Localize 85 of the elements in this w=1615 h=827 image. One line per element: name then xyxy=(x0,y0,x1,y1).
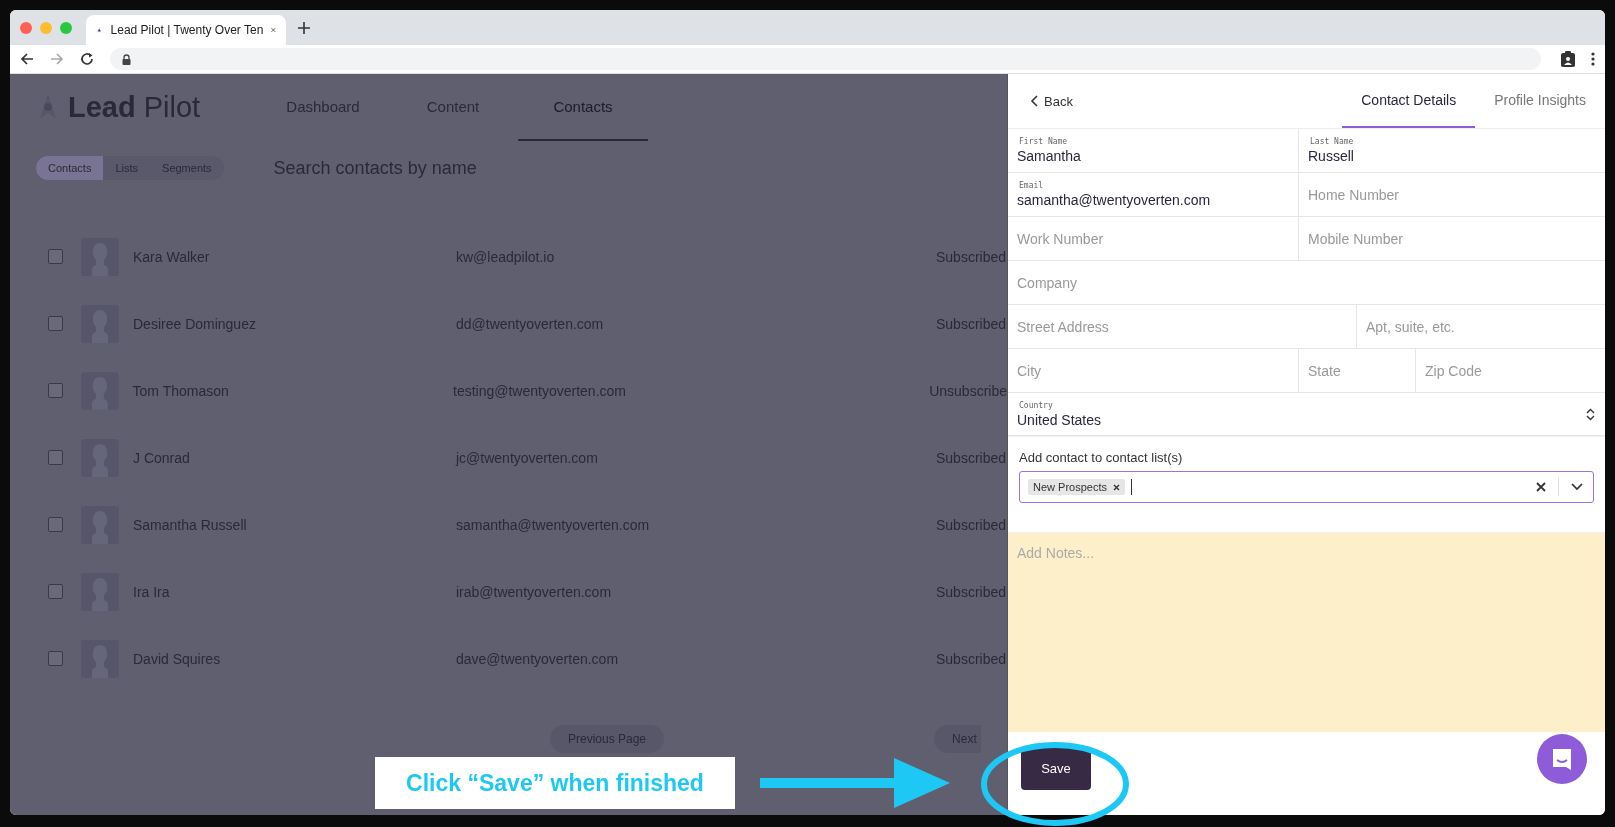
nav-tab[interactable]: Content xyxy=(388,74,518,141)
text-cursor xyxy=(1131,479,1132,495)
contact-email: dd@twentyoverten.com xyxy=(456,315,605,332)
contact-email: jc@twentyoverten.com xyxy=(456,449,599,466)
clear-icon[interactable] xyxy=(1536,482,1546,492)
more-icon[interactable] xyxy=(1591,52,1595,66)
chevron-down-icon[interactable] xyxy=(1571,483,1583,491)
back-link[interactable]: Back xyxy=(1030,74,1073,128)
status-text: Subscribed xyxy=(936,583,1007,600)
checkbox[interactable] xyxy=(48,383,63,398)
contact-email: dave@twentyoverten.com xyxy=(456,650,620,667)
contact-name[interactable]: David Squires xyxy=(129,650,446,667)
back-label[interactable]: Back xyxy=(1044,93,1073,109)
search-field[interactable]: Search contacts by name xyxy=(271,156,596,180)
field-label: Last Name xyxy=(1309,137,1355,146)
close-icon[interactable] xyxy=(271,25,276,35)
contact-email: irab@twentyoverten.com xyxy=(456,583,613,600)
field-label: Add contact to contact list(s) xyxy=(1019,450,1184,465)
tab-title: Lead Pilot | Twenty Over Ten xyxy=(110,23,264,37)
contact-card-icon[interactable] xyxy=(1561,51,1575,67)
field-label: Email xyxy=(1018,181,1045,190)
status-text: Subscribed xyxy=(936,315,1007,332)
window-control-icon[interactable] xyxy=(20,21,32,34)
reload-icon[interactable] xyxy=(80,52,94,66)
contact-name[interactable]: Tom Thomason xyxy=(128,382,443,399)
list-tag[interactable]: New Prospects xyxy=(1028,479,1125,495)
status-text: Subscribed xyxy=(936,516,1007,533)
panel-tab[interactable]: Profile Insights xyxy=(1475,74,1605,128)
checkbox[interactable] xyxy=(48,584,63,599)
field-label: Country xyxy=(1018,400,1054,410)
multi-select-field[interactable]: New Prospects xyxy=(1019,471,1594,503)
contact-name[interactable]: Ira Ira xyxy=(129,583,446,600)
window-control-icon[interactable] xyxy=(40,21,52,34)
logo-text: Pilot xyxy=(143,91,201,124)
notes-field[interactable]: Add Notes... xyxy=(1008,532,1605,732)
callout-text: Click “Save” when finished xyxy=(375,757,735,809)
contact-email: kw@leadpilot.io xyxy=(456,248,556,265)
tag-label: New Prospects xyxy=(1033,481,1107,493)
forward-arrow-icon[interactable] xyxy=(50,52,64,66)
checkbox[interactable] xyxy=(48,316,63,331)
panel-tab[interactable]: Contact Details xyxy=(1342,74,1476,128)
field-label: First Name xyxy=(1018,137,1069,146)
input-field[interactable]: Street Address xyxy=(1017,318,1346,335)
input-field[interactable]: Samantha xyxy=(1017,148,1288,164)
chat-bubble-icon[interactable] xyxy=(1537,733,1587,784)
input-field[interactable]: Work Number xyxy=(1017,230,1288,247)
input-field[interactable]: Mobile Number xyxy=(1308,230,1595,247)
status-text: Subscribed xyxy=(936,650,1007,667)
segment-tab[interactable]: Contacts xyxy=(36,156,104,180)
save-button[interactable]: Save xyxy=(1021,747,1091,790)
checkbox[interactable] xyxy=(48,249,63,264)
input-field[interactable]: Zip Code xyxy=(1425,362,1595,379)
browser-tab[interactable]: Lead Pilot | Twenty Over Ten xyxy=(86,15,286,45)
input-field[interactable]: Home Number xyxy=(1308,186,1595,203)
contact-name[interactable]: J Conrad xyxy=(129,449,446,466)
remove-icon[interactable] xyxy=(1113,483,1120,491)
input-field[interactable]: Company xyxy=(1017,274,1595,291)
checkbox[interactable] xyxy=(48,651,63,666)
chevron-left-icon xyxy=(1030,95,1038,107)
input-field[interactable]: Russell xyxy=(1308,148,1595,164)
lock-icon xyxy=(122,53,131,65)
plus-icon[interactable] xyxy=(298,21,310,34)
contact-email: samantha@twentyoverten.com xyxy=(456,516,651,533)
status-text: Unsubscribe xyxy=(929,382,1007,399)
input-field[interactable]: State xyxy=(1308,362,1405,379)
field-value: United States xyxy=(1017,411,1103,428)
updown-icon xyxy=(1586,407,1595,421)
nav-tab[interactable]: Dashboard xyxy=(258,74,388,141)
logo-text: Lead xyxy=(68,91,136,124)
arrow-icon xyxy=(760,758,950,808)
checkbox[interactable] xyxy=(48,450,63,465)
nav-tab[interactable]: Contacts xyxy=(518,74,648,141)
checkbox[interactable] xyxy=(48,517,63,532)
contact-name[interactable]: Kara Walker xyxy=(129,248,446,265)
contact-name[interactable]: Desiree Dominguez xyxy=(129,315,446,332)
status-text: Subscribed xyxy=(936,248,1007,265)
back-arrow-icon[interactable] xyxy=(20,52,34,66)
select-field[interactable]: Country United States xyxy=(1008,393,1605,435)
contact-email: testing@twentyoverten.com xyxy=(453,382,627,399)
status-text: Subscribed xyxy=(936,449,1007,466)
window-control-icon[interactable] xyxy=(60,21,72,34)
input-field[interactable]: Apt, suite, etc. xyxy=(1366,318,1595,335)
input-field[interactable]: City xyxy=(1017,362,1288,379)
contact-name[interactable]: Samantha Russell xyxy=(129,516,446,533)
input-field[interactable]: samantha@twentyoverten.com xyxy=(1017,192,1288,208)
